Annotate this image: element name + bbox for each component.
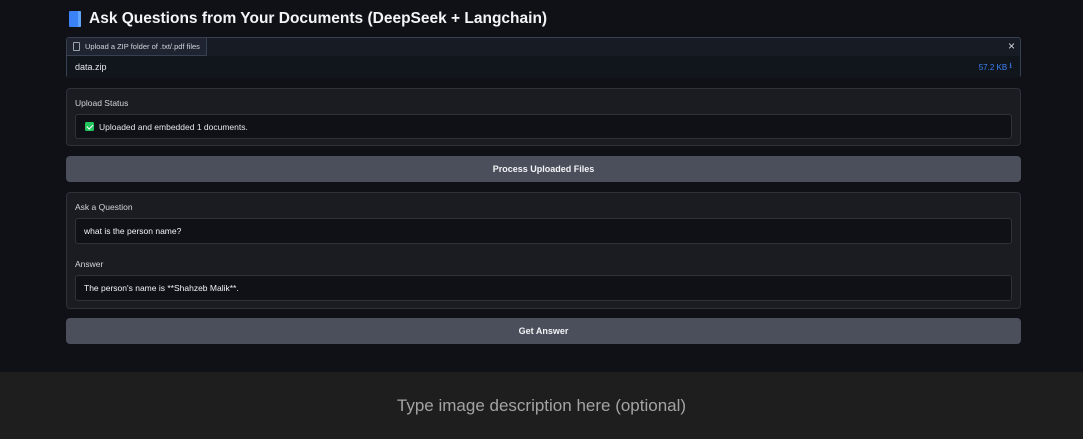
file-size: 57.2 KB	[978, 62, 1008, 72]
close-icon[interactable]: ×	[1008, 39, 1015, 53]
book-icon	[69, 11, 81, 27]
app-window: Ask Questions from Your Documents (DeepS…	[0, 0, 1083, 372]
file-size-link[interactable]: 57.2 KB ⭳	[979, 60, 1012, 74]
image-description-placeholder[interactable]: Type image description here (optional)	[397, 396, 686, 416]
page-title: Ask Questions from Your Documents (DeepS…	[89, 10, 548, 27]
upload-status-panel: Upload Status Uploaded and embedded 1 do…	[66, 88, 1021, 146]
question-input[interactable]: what is the person name?	[75, 218, 1012, 244]
file-icon	[73, 42, 80, 51]
upload-status-label: Upload Status	[75, 98, 129, 108]
answer-label: Answer	[75, 259, 104, 269]
download-icon[interactable]: ⭳	[1009, 60, 1012, 74]
file-upload-tab: Upload a ZIP folder of .txt/.pdf files	[67, 38, 207, 56]
upload-status-box: Uploaded and embedded 1 documents.	[75, 114, 1012, 139]
get-answer-button[interactable]: Get Answer	[66, 318, 1021, 344]
file-upload-label: Upload a ZIP folder of .txt/.pdf files	[85, 42, 200, 51]
checkmark-icon	[85, 122, 94, 131]
header: Ask Questions from Your Documents (DeepS…	[69, 9, 547, 29]
upload-status-text: Uploaded and embedded 1 documents.	[99, 121, 248, 132]
answer-output[interactable]: The person's name is **Shahzeb Malik**.	[75, 275, 1012, 301]
file-upload[interactable]: Upload a ZIP folder of .txt/.pdf files ×…	[66, 37, 1021, 78]
uploaded-file-row: data.zip 57.2 KB ⭳	[67, 56, 1020, 78]
file-name: data.zip	[75, 62, 107, 72]
qa-panel: Ask a Question what is the person name? …	[66, 192, 1021, 309]
caption-bar[interactable]: Type image description here (optional)	[0, 372, 1083, 439]
question-label: Ask a Question	[75, 202, 133, 212]
process-files-button[interactable]: Process Uploaded Files	[66, 156, 1021, 182]
